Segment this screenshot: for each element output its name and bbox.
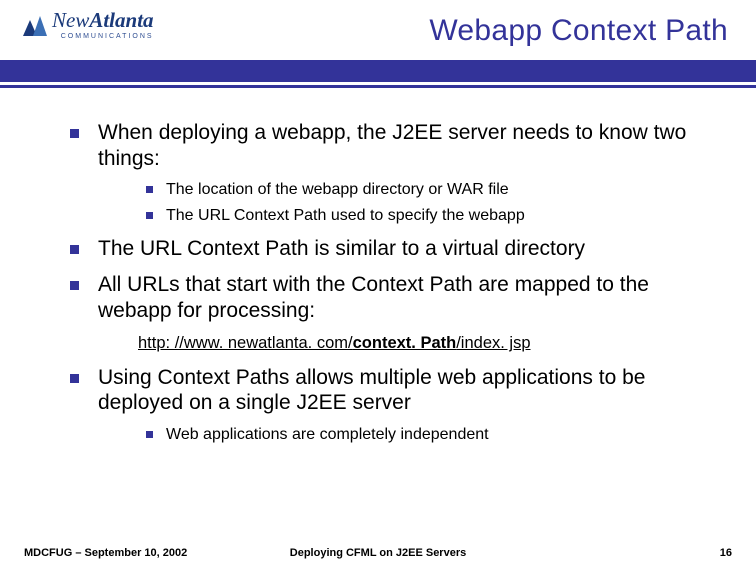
logo-text: NewAtlanta COMMUNICATIONS [52,10,154,40]
bullet-2: The URL Context Path is similar to a vir… [58,236,718,262]
bullet-4: Using Context Paths allows multiple web … [58,365,718,446]
example-url: http: //www. newatlanta. com/context. Pa… [138,333,718,354]
slide-header: NewAtlanta COMMUNICATIONS Webapp Context… [0,0,756,94]
slide-footer: Deploying CFML on J2EE Servers MDCFUG – … [0,542,756,564]
bullet-3-text: All URLs that start with the Context Pat… [98,273,649,322]
bullet-1-text: When deploying a webapp, the J2EE server… [98,121,686,170]
bullet-1: When deploying a webapp, the J2EE server… [58,120,718,226]
bullet-4-text: Using Context Paths allows multiple web … [98,366,645,415]
logo-name-bold: Atlanta [89,8,153,32]
slide-number: 16 [720,547,732,559]
url-suffix: /index. jsp [456,334,530,352]
bullet-3: All URLs that start with the Context Pat… [58,272,718,323]
header-bar-thick [0,60,756,82]
footer-left: MDCFUG – September 10, 2002 [24,547,187,559]
header-bar-thin [0,85,756,88]
bullet-4-sub-1: Web applications are completely independ… [138,424,718,446]
logo-subtext: COMMUNICATIONS [52,33,154,40]
logo: NewAtlanta COMMUNICATIONS [22,10,154,40]
logo-name-prefix: New [52,8,89,32]
bullet-1-sub-1: The location of the webapp directory or … [138,179,718,201]
bullet-1-sub-2: The URL Context Path used to specify the… [138,205,718,227]
slide-title: Webapp Context Path [429,14,728,48]
url-context: context. Path [353,334,457,352]
url-prefix: http: //www. newatlanta. com/ [138,334,353,352]
logo-mark-icon [22,12,48,38]
slide-content: When deploying a webapp, the J2EE server… [58,120,718,455]
